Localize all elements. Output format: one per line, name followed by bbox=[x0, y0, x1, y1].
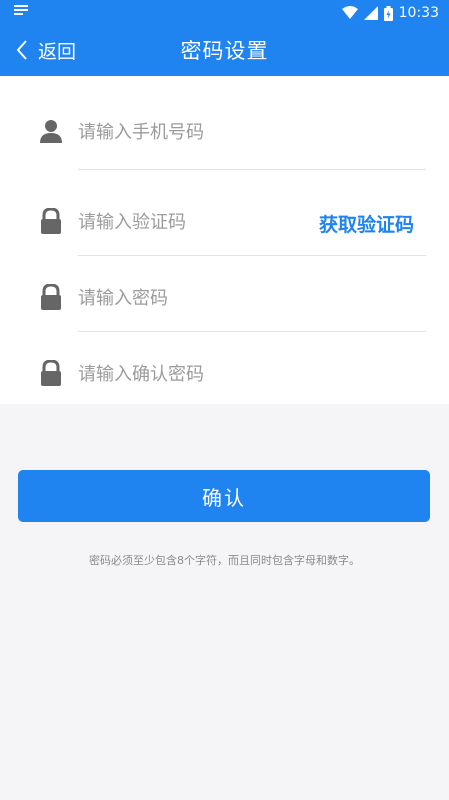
notification-icon bbox=[14, 5, 28, 15]
password-hint: 密码必须至少包含8个字符，而且同时包含字母和数字。 bbox=[89, 554, 360, 567]
get-code-button[interactable]: 获取验证码 bbox=[319, 210, 414, 237]
lock-icon bbox=[41, 208, 61, 234]
code-row: 获取验证码 bbox=[38, 180, 426, 256]
status-time: 10:33 bbox=[398, 5, 439, 21]
divider bbox=[78, 169, 426, 170]
top-bar: 10:33 返回 密码设置 bbox=[0, 0, 449, 76]
status-right: 10:33 bbox=[341, 3, 439, 23]
lock-icon bbox=[41, 284, 61, 310]
signal-icon bbox=[363, 6, 378, 20]
phone-input[interactable] bbox=[78, 118, 426, 146]
confirm-password-input[interactable] bbox=[78, 360, 426, 388]
wifi-icon bbox=[341, 6, 358, 19]
confirm-button[interactable]: 确认 bbox=[18, 470, 430, 522]
confirm-password-row bbox=[38, 332, 426, 408]
status-bar: 10:33 bbox=[0, 0, 449, 26]
battery-icon bbox=[383, 5, 393, 21]
phone-row bbox=[38, 94, 426, 170]
user-icon bbox=[40, 120, 62, 143]
password-form: 获取验证码 bbox=[0, 76, 449, 404]
password-row bbox=[38, 256, 426, 332]
lock-icon bbox=[41, 360, 61, 386]
code-input[interactable] bbox=[78, 208, 306, 236]
app-bar: 返回 密码设置 bbox=[0, 26, 449, 76]
password-input[interactable] bbox=[78, 284, 426, 312]
page-title: 密码设置 bbox=[180, 39, 269, 63]
